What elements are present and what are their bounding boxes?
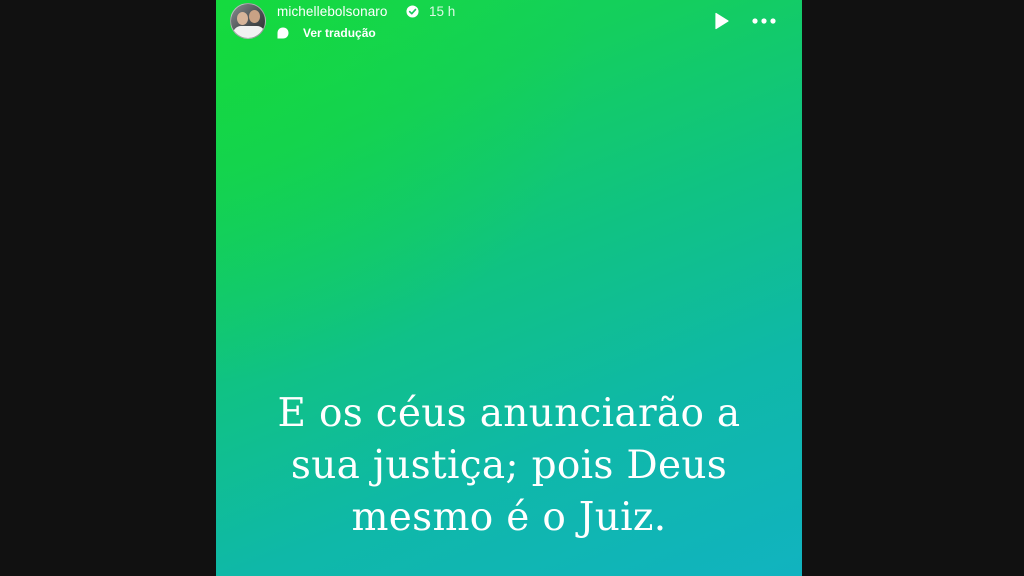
more-options-icon[interactable] [750,12,778,30]
story-card[interactable]: michellebolsonaro 15 h Ver tradução E os… [216,0,802,576]
story-text-line: mesmo é o Juiz. [351,495,667,540]
story-header: michellebolsonaro 15 h Ver tradução [216,0,802,48]
play-icon[interactable] [711,11,731,31]
verified-badge-icon [406,5,419,18]
story-text: E os céus anunciarão a sua justiça; pois… [216,388,802,544]
see-translation-label: Ver tradução [303,26,376,40]
story-text-line: E os céus anunciarão a [277,391,741,436]
translate-icon [277,27,289,39]
avatar[interactable] [230,3,266,39]
story-text-line: sua justiça; pois Deus [290,443,728,488]
see-translation-button[interactable]: Ver tradução [277,25,376,41]
username-link[interactable]: michellebolsonaro [277,4,388,19]
story-viewer: michellebolsonaro 15 h Ver tradução E os… [0,0,1024,576]
timestamp: 15 h [429,4,456,19]
